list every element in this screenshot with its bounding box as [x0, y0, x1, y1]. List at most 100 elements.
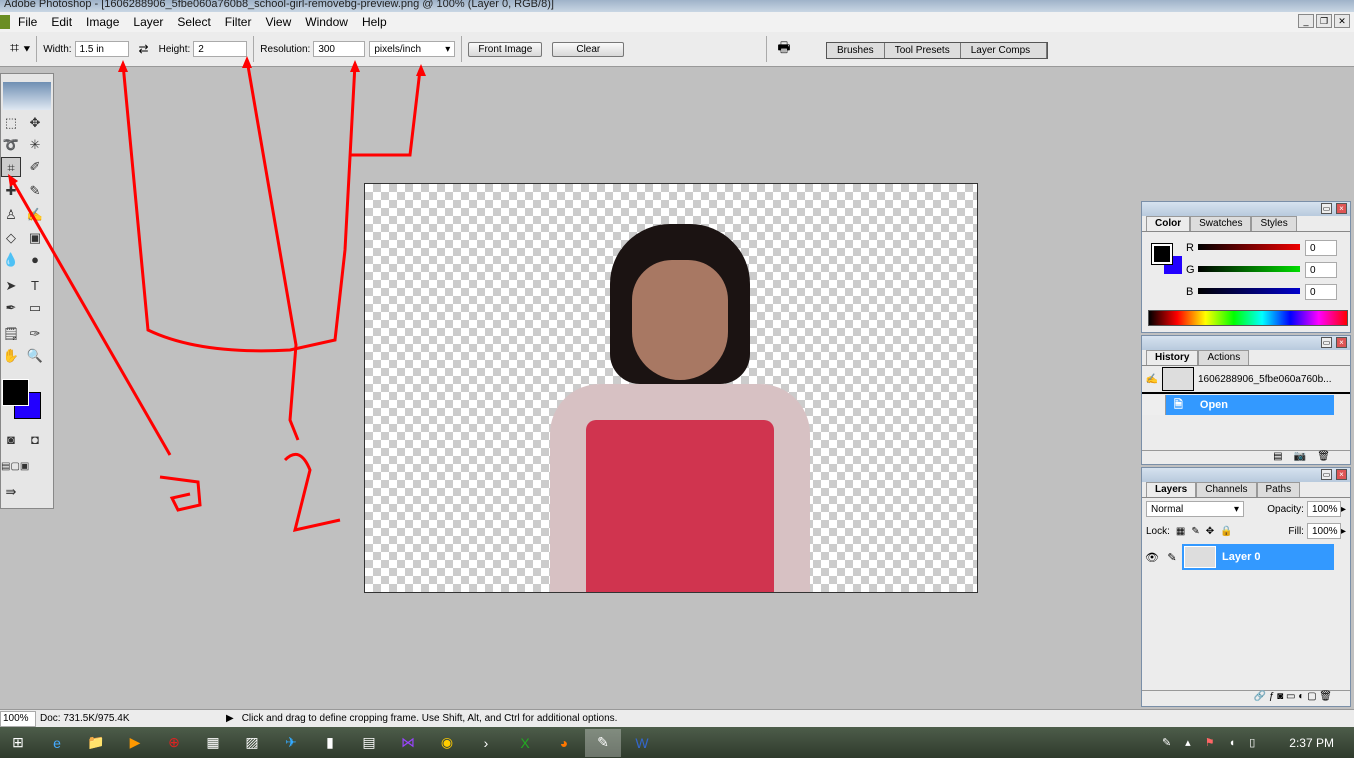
- close-button[interactable]: ✕: [1334, 14, 1350, 28]
- menu-edit[interactable]: Edit: [51, 15, 72, 29]
- pen-tool-icon[interactable]: ✒: [1, 298, 21, 318]
- media-player-icon[interactable]: ▶: [117, 729, 153, 757]
- link-icon[interactable]: 🔗: [1254, 691, 1266, 702]
- shape-tool-icon[interactable]: ▭: [25, 298, 45, 318]
- tab-actions[interactable]: Actions: [1198, 350, 1250, 365]
- stamp-tool-icon[interactable]: ♙: [1, 205, 21, 225]
- action-center-icon[interactable]: ✎: [1162, 736, 1171, 749]
- well-layer-comps[interactable]: Layer Comps: [961, 43, 1047, 58]
- menu-select[interactable]: Select: [177, 15, 210, 29]
- minimize-panel-icon[interactable]: ▭: [1321, 469, 1332, 480]
- excel-icon[interactable]: X: [507, 729, 543, 757]
- front-image-button[interactable]: Front Image: [468, 41, 543, 57]
- quick-mask-icon[interactable]: ◘: [25, 430, 45, 450]
- delete-layer-icon[interactable]: 🗑: [1319, 691, 1332, 702]
- visual-studio-icon[interactable]: ⋈: [390, 729, 426, 757]
- fill-arrow-icon[interactable]: ▸: [1341, 526, 1346, 537]
- path-select-icon[interactable]: ➤: [1, 276, 21, 296]
- history-brush-source-icon[interactable]: ✍: [1142, 374, 1162, 385]
- brush-tool-icon[interactable]: ✎: [25, 181, 45, 201]
- app-red-icon[interactable]: ⊕: [156, 729, 192, 757]
- lasso-tool-icon[interactable]: ➰: [1, 135, 21, 155]
- type-tool-icon[interactable]: T: [25, 276, 45, 296]
- trash-icon[interactable]: 🗑: [1317, 451, 1330, 462]
- terminal-app-icon[interactable]: ›: [468, 729, 504, 757]
- menu-layer[interactable]: Layer: [133, 15, 163, 29]
- well-tool-presets[interactable]: Tool Presets: [885, 43, 961, 58]
- minimize-button[interactable]: _: [1298, 14, 1314, 28]
- eyedropper-icon[interactable]: ✑: [25, 324, 45, 344]
- word-icon[interactable]: W: [624, 729, 660, 757]
- tab-styles[interactable]: Styles: [1251, 216, 1297, 231]
- hand-tool-icon[interactable]: ✋: [1, 346, 21, 366]
- resolution-unit-select[interactable]: pixels/inch ▾: [369, 41, 456, 57]
- history-snapshot[interactable]: ✍ 1606288906_5fbe060a760b...: [1142, 366, 1350, 394]
- r-slider[interactable]: [1198, 244, 1300, 250]
- tab-color[interactable]: Color: [1146, 216, 1191, 231]
- lock-image-icon[interactable]: ✎: [1191, 526, 1199, 537]
- layer-style-icon[interactable]: ƒ: [1269, 691, 1275, 702]
- blur-tool-icon[interactable]: 💧: [1, 250, 21, 270]
- close-panel-icon[interactable]: ×: [1336, 469, 1347, 480]
- notes-tool-icon[interactable]: 🗒: [1, 324, 21, 344]
- menu-help[interactable]: Help: [362, 15, 387, 29]
- lock-position-icon[interactable]: ✥: [1206, 526, 1214, 537]
- telegram-icon[interactable]: ✈: [273, 729, 309, 757]
- tab-history[interactable]: History: [1146, 350, 1199, 365]
- layer-row[interactable]: 👁 ✎ Layer 0: [1142, 544, 1334, 570]
- menu-image[interactable]: Image: [86, 15, 119, 29]
- opacity-input[interactable]: 100%: [1306, 501, 1341, 517]
- screen-mode-icon[interactable]: ▤▢▣: [1, 457, 29, 477]
- lock-transparency-icon[interactable]: ▦: [1176, 526, 1185, 537]
- marquee-tool-icon[interactable]: ⬚: [1, 113, 21, 133]
- resolution-input[interactable]: 300: [313, 41, 366, 57]
- status-arrow-icon[interactable]: ▶: [226, 713, 234, 724]
- tab-layers[interactable]: Layers: [1146, 482, 1197, 497]
- foreground-color-swatch[interactable]: [2, 379, 29, 406]
- volume-icon[interactable]: ◖: [1229, 737, 1236, 749]
- eraser-tool-icon[interactable]: ◇: [1, 228, 21, 248]
- start-button-icon[interactable]: ⊞: [0, 729, 36, 757]
- zoom-level[interactable]: 100%: [0, 710, 36, 727]
- height-input[interactable]: 2: [193, 41, 248, 57]
- new-layer-icon[interactable]: ▢: [1307, 691, 1316, 702]
- internet-explorer-icon[interactable]: e: [39, 729, 75, 757]
- doc-size[interactable]: Doc: 731.5K/975.4K: [40, 713, 226, 724]
- new-group-icon[interactable]: ▭: [1286, 691, 1295, 702]
- standard-mode-icon[interactable]: ◙: [1, 430, 21, 450]
- magic-wand-icon[interactable]: ✳: [25, 135, 45, 155]
- r-input[interactable]: 0: [1305, 240, 1337, 256]
- zoom-tool-icon[interactable]: 🔍: [25, 346, 45, 366]
- g-input[interactable]: 0: [1305, 262, 1337, 278]
- app-gray-icon[interactable]: ▤: [351, 729, 387, 757]
- well-brushes[interactable]: Brushes: [827, 43, 885, 58]
- minimize-panel-icon[interactable]: ▭: [1321, 203, 1332, 214]
- book-app-icon[interactable]: ▮: [312, 729, 348, 757]
- new-document-icon[interactable]: ▤: [1273, 451, 1282, 462]
- lock-all-icon[interactable]: 🔒: [1220, 526, 1232, 537]
- firefox-icon[interactable]: ◕: [546, 729, 582, 757]
- tab-swatches[interactable]: Swatches: [1190, 216, 1252, 231]
- crop-tool-icon[interactable]: ⌗ ▾: [10, 40, 30, 58]
- slice-tool-icon[interactable]: ✐: [25, 157, 45, 177]
- color-ramp[interactable]: [1148, 310, 1348, 326]
- photos-icon[interactable]: ▨: [234, 729, 270, 757]
- g-slider[interactable]: [1198, 266, 1300, 272]
- file-explorer-icon[interactable]: 📁: [78, 729, 114, 757]
- chrome-icon[interactable]: ◉: [429, 729, 465, 757]
- close-panel-icon[interactable]: ×: [1336, 337, 1347, 348]
- close-panel-icon[interactable]: ×: [1336, 203, 1347, 214]
- menu-view[interactable]: View: [265, 15, 291, 29]
- eye-icon[interactable]: 👁: [1142, 551, 1162, 564]
- history-step-open[interactable]: 🗎 Open: [1142, 395, 1350, 415]
- healing-brush-icon[interactable]: ✚: [1, 181, 21, 201]
- menu-filter[interactable]: Filter: [225, 15, 252, 29]
- swap-icon[interactable]: ⇄: [139, 42, 149, 56]
- menu-window[interactable]: Window: [305, 15, 348, 29]
- blend-mode-select[interactable]: Normal ▾: [1146, 501, 1244, 517]
- adjustment-layer-icon[interactable]: ◐: [1298, 691, 1304, 702]
- fg-color-chip[interactable]: [1151, 243, 1173, 265]
- b-input[interactable]: 0: [1305, 284, 1337, 300]
- minimize-panel-icon[interactable]: ▭: [1321, 337, 1332, 348]
- menu-file[interactable]: File: [18, 15, 37, 29]
